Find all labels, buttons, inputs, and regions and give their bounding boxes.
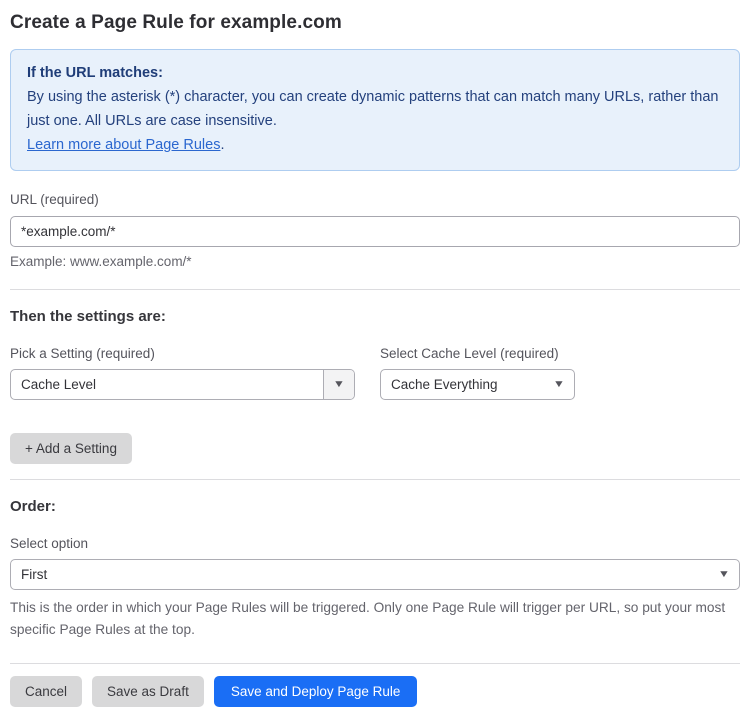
setting-select-value: Cache Level (21, 377, 97, 392)
settings-row: Pick a Setting (required) Cache Level ▼ … (10, 325, 740, 400)
order-select[interactable]: First ▼ (10, 559, 740, 590)
learn-more-link[interactable]: Learn more about Page Rules (27, 137, 220, 153)
save-and-deploy-button[interactable]: Save and Deploy Page Rule (213, 676, 418, 707)
order-select-label: Select option (10, 536, 89, 551)
url-matches-info-box: If the URL matches: By using the asteris… (10, 49, 740, 171)
link-period: . (220, 137, 225, 153)
order-select-value: First (21, 567, 48, 582)
chevron-down-icon: ▼ (332, 378, 346, 390)
info-box-heading: If the URL matches: (27, 65, 163, 81)
cache-level-column: Select Cache Level (required) Cache Ever… (380, 325, 575, 400)
divider-settings-order (10, 479, 740, 480)
chevron-down-icon: ▼ (717, 568, 730, 580)
divider-url-settings (10, 289, 740, 290)
cancel-button[interactable]: Cancel (10, 676, 83, 707)
page-title: Create a Page Rule for example.com (10, 12, 342, 33)
cache-level-select[interactable]: Cache Everything ▼ (380, 369, 575, 400)
info-box-body: By using the asterisk (*) character, you… (27, 89, 719, 129)
chevron-down-icon: ▼ (552, 378, 565, 390)
cache-level-arrow: ▼ (543, 378, 574, 390)
order-section-heading: Order: (10, 498, 56, 515)
divider-actions (10, 663, 740, 664)
add-setting-button[interactable]: + Add a Setting (10, 433, 132, 464)
actions-row: Cancel Save as Draft Save and Deploy Pag… (10, 676, 740, 707)
cache-level-select-label: Select Cache Level (required) (380, 346, 559, 361)
url-field-label: URL (required) (10, 192, 99, 207)
setting-select[interactable]: Cache Level ▼ (10, 369, 355, 400)
settings-section-heading: Then the settings are: (10, 308, 166, 325)
url-input[interactable] (10, 216, 740, 247)
info-box-link-line: Learn more about Page Rules. (27, 133, 723, 157)
cache-level-select-value: Cache Everything (391, 377, 498, 392)
save-as-draft-button[interactable]: Save as Draft (92, 676, 204, 707)
setting-select-label: Pick a Setting (required) (10, 346, 155, 361)
order-select-arrow: ▼ (708, 568, 739, 580)
setting-picker-column: Pick a Setting (required) Cache Level ▼ (10, 325, 355, 400)
setting-select-arrow-button[interactable]: ▼ (323, 370, 354, 399)
url-example-helper: Example: www.example.com/* (10, 254, 192, 269)
order-helper-text: This is the order in which your Page Rul… (10, 600, 726, 637)
